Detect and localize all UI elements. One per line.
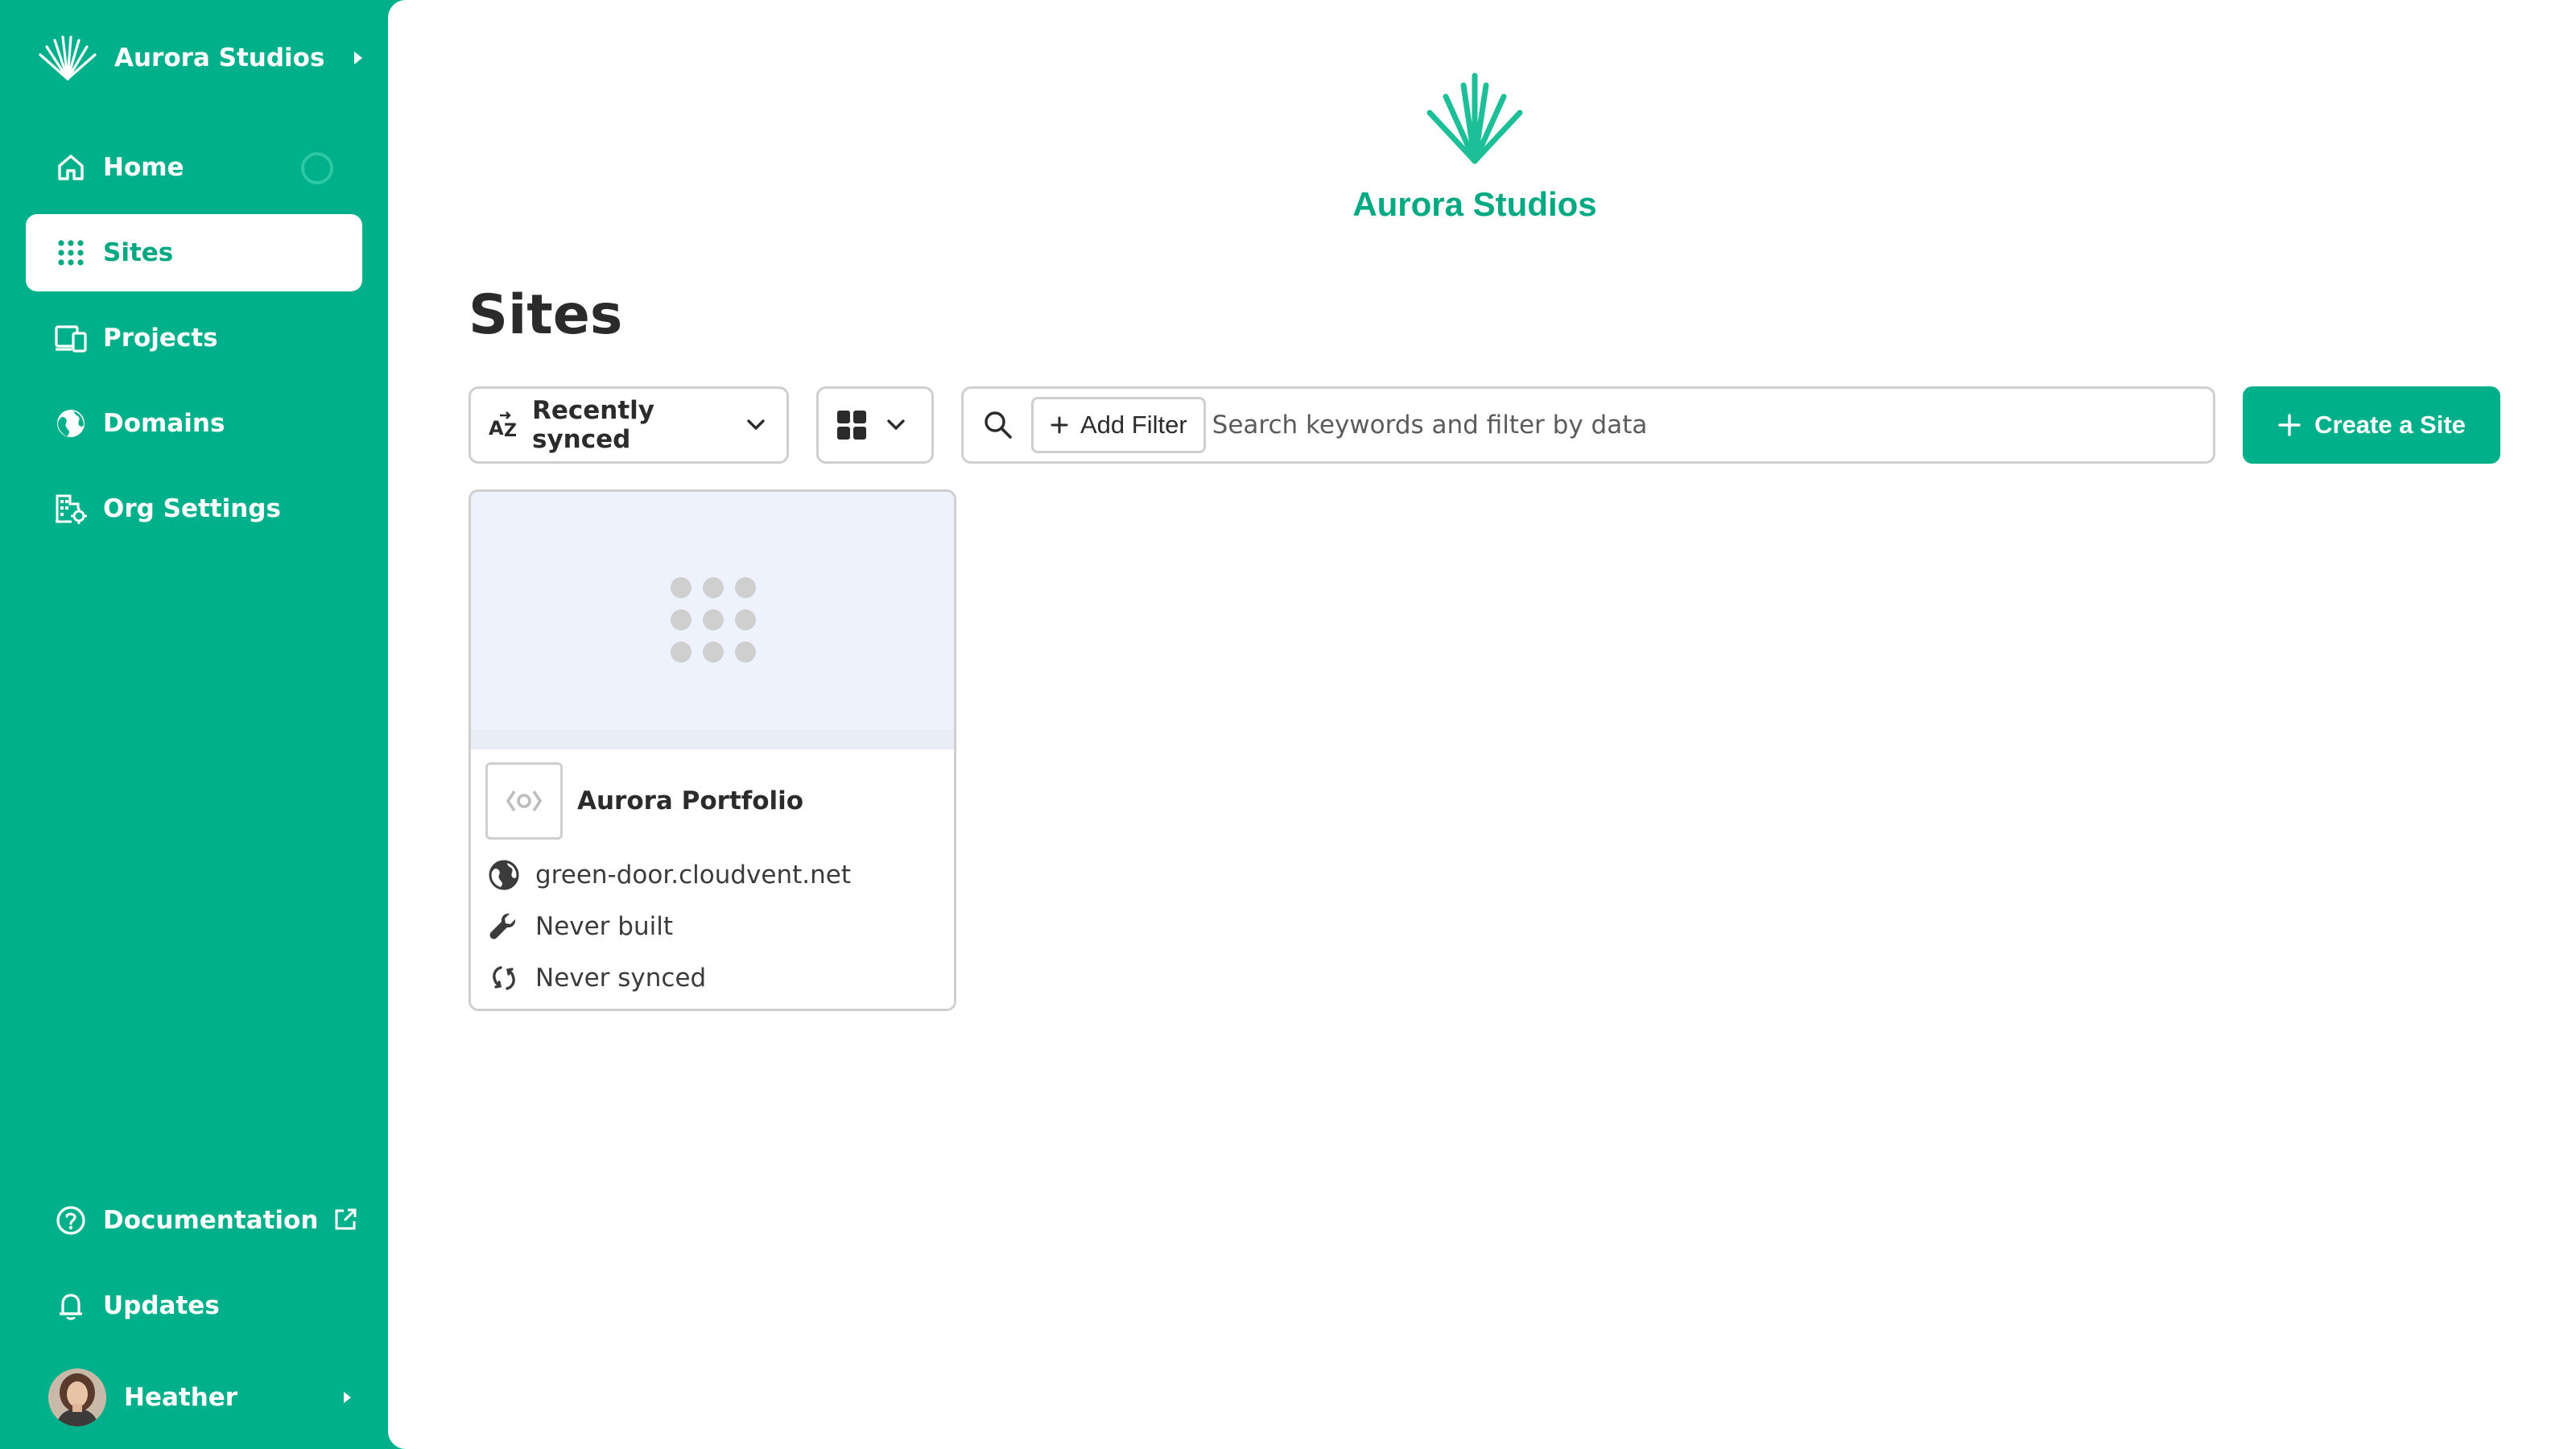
site-card-header: Aurora Portfolio bbox=[485, 762, 954, 840]
plus-icon bbox=[2278, 414, 2301, 436]
site-domain-row: green-door.cloudvent.net bbox=[487, 849, 954, 901]
aurora-logo-icon bbox=[1426, 72, 1523, 164]
sidebar-item-org-settings[interactable]: Org Settings bbox=[26, 470, 362, 547]
sync-icon bbox=[487, 961, 521, 995]
site-name: Aurora Portfolio bbox=[577, 786, 804, 815]
aurora-logo-icon bbox=[39, 35, 97, 80]
brand-name: Aurora Studios bbox=[1352, 185, 1597, 223]
sidebar-item-sites[interactable]: Sites bbox=[26, 214, 362, 291]
bell-icon bbox=[53, 1288, 89, 1323]
building-gear-icon bbox=[53, 491, 89, 526]
create-site-button[interactable]: Create a Site bbox=[2243, 386, 2500, 464]
sort-dropdown[interactable]: A Z Recently synced bbox=[469, 386, 789, 464]
chevron-down-icon bbox=[747, 419, 765, 431]
site-build-row: Never built bbox=[487, 901, 954, 952]
site-domain: green-door.cloudvent.net bbox=[535, 861, 851, 890]
site-icon bbox=[485, 762, 563, 840]
sidebar-item-label: Home bbox=[103, 153, 184, 182]
site-card[interactable]: Aurora Portfolio green-door.cloudvent.ne… bbox=[469, 489, 956, 1011]
avatar bbox=[48, 1368, 106, 1426]
sidebar-item-label: Domains bbox=[103, 409, 225, 438]
site-thumbnail bbox=[471, 492, 954, 749]
create-site-label: Create a Site bbox=[2314, 411, 2466, 439]
site-build-status: Never built bbox=[535, 912, 673, 941]
help-circle-icon bbox=[53, 1203, 89, 1238]
search-bar: Add Filter bbox=[961, 386, 2215, 464]
grid-dots-icon bbox=[671, 577, 756, 663]
loading-indicator-icon bbox=[301, 152, 333, 184]
wrench-icon bbox=[487, 910, 521, 943]
sidebar: Aurora Studios Home Sites Projects Domai… bbox=[0, 0, 388, 1449]
add-filter-button[interactable]: Add Filter bbox=[1031, 397, 1206, 453]
sidebar-item-projects[interactable]: Projects bbox=[26, 299, 362, 377]
search-icon bbox=[985, 411, 1012, 439]
sidebar-item-label: Documentation bbox=[103, 1206, 319, 1235]
sidebar-item-domains[interactable]: Domains bbox=[26, 385, 362, 462]
chevron-right-icon bbox=[344, 1392, 351, 1403]
site-sync-row: Never synced bbox=[487, 952, 954, 1004]
sort-az-icon: A Z bbox=[489, 411, 517, 441]
search-input[interactable] bbox=[1212, 411, 2197, 440]
grid-view-icon bbox=[837, 411, 866, 440]
site-sync-status: Never synced bbox=[535, 964, 707, 993]
user-menu[interactable]: Heather bbox=[48, 1365, 354, 1430]
chevron-down-icon bbox=[887, 419, 905, 431]
grid-dots-icon bbox=[53, 235, 89, 270]
plus-icon bbox=[1051, 416, 1068, 434]
chevron-right-icon bbox=[354, 52, 362, 64]
devices-icon bbox=[53, 320, 89, 356]
sidebar-item-label: Sites bbox=[103, 238, 174, 267]
page-title: Sites bbox=[469, 283, 623, 347]
globe-icon bbox=[487, 858, 521, 892]
org-switcher[interactable]: Aurora Studios bbox=[35, 32, 365, 84]
sidebar-item-home[interactable]: Home bbox=[26, 129, 362, 206]
sort-label: Recently synced bbox=[532, 396, 655, 454]
globe-icon bbox=[53, 406, 89, 441]
external-link-icon bbox=[332, 1207, 360, 1234]
sidebar-item-documentation[interactable]: Documentation bbox=[26, 1182, 362, 1259]
sidebar-item-label: Org Settings bbox=[103, 494, 281, 523]
sidebar-item-label: Projects bbox=[103, 324, 218, 353]
view-mode-dropdown[interactable] bbox=[816, 386, 934, 464]
brand-header: Aurora Studios bbox=[1282, 68, 1668, 224]
home-icon bbox=[53, 150, 89, 185]
main-content: Aurora Studios Sites A Z Recently synced… bbox=[388, 0, 2576, 1449]
add-filter-label: Add Filter bbox=[1080, 411, 1187, 439]
org-name: Aurora Studios bbox=[114, 43, 325, 72]
sidebar-item-label: Updates bbox=[103, 1291, 220, 1320]
user-name: Heather bbox=[124, 1383, 238, 1412]
site-placeholder-icon bbox=[506, 791, 542, 811]
svg-text:Z: Z bbox=[504, 421, 517, 441]
svg-text:A: A bbox=[489, 417, 504, 440]
sidebar-item-updates[interactable]: Updates bbox=[26, 1267, 362, 1344]
